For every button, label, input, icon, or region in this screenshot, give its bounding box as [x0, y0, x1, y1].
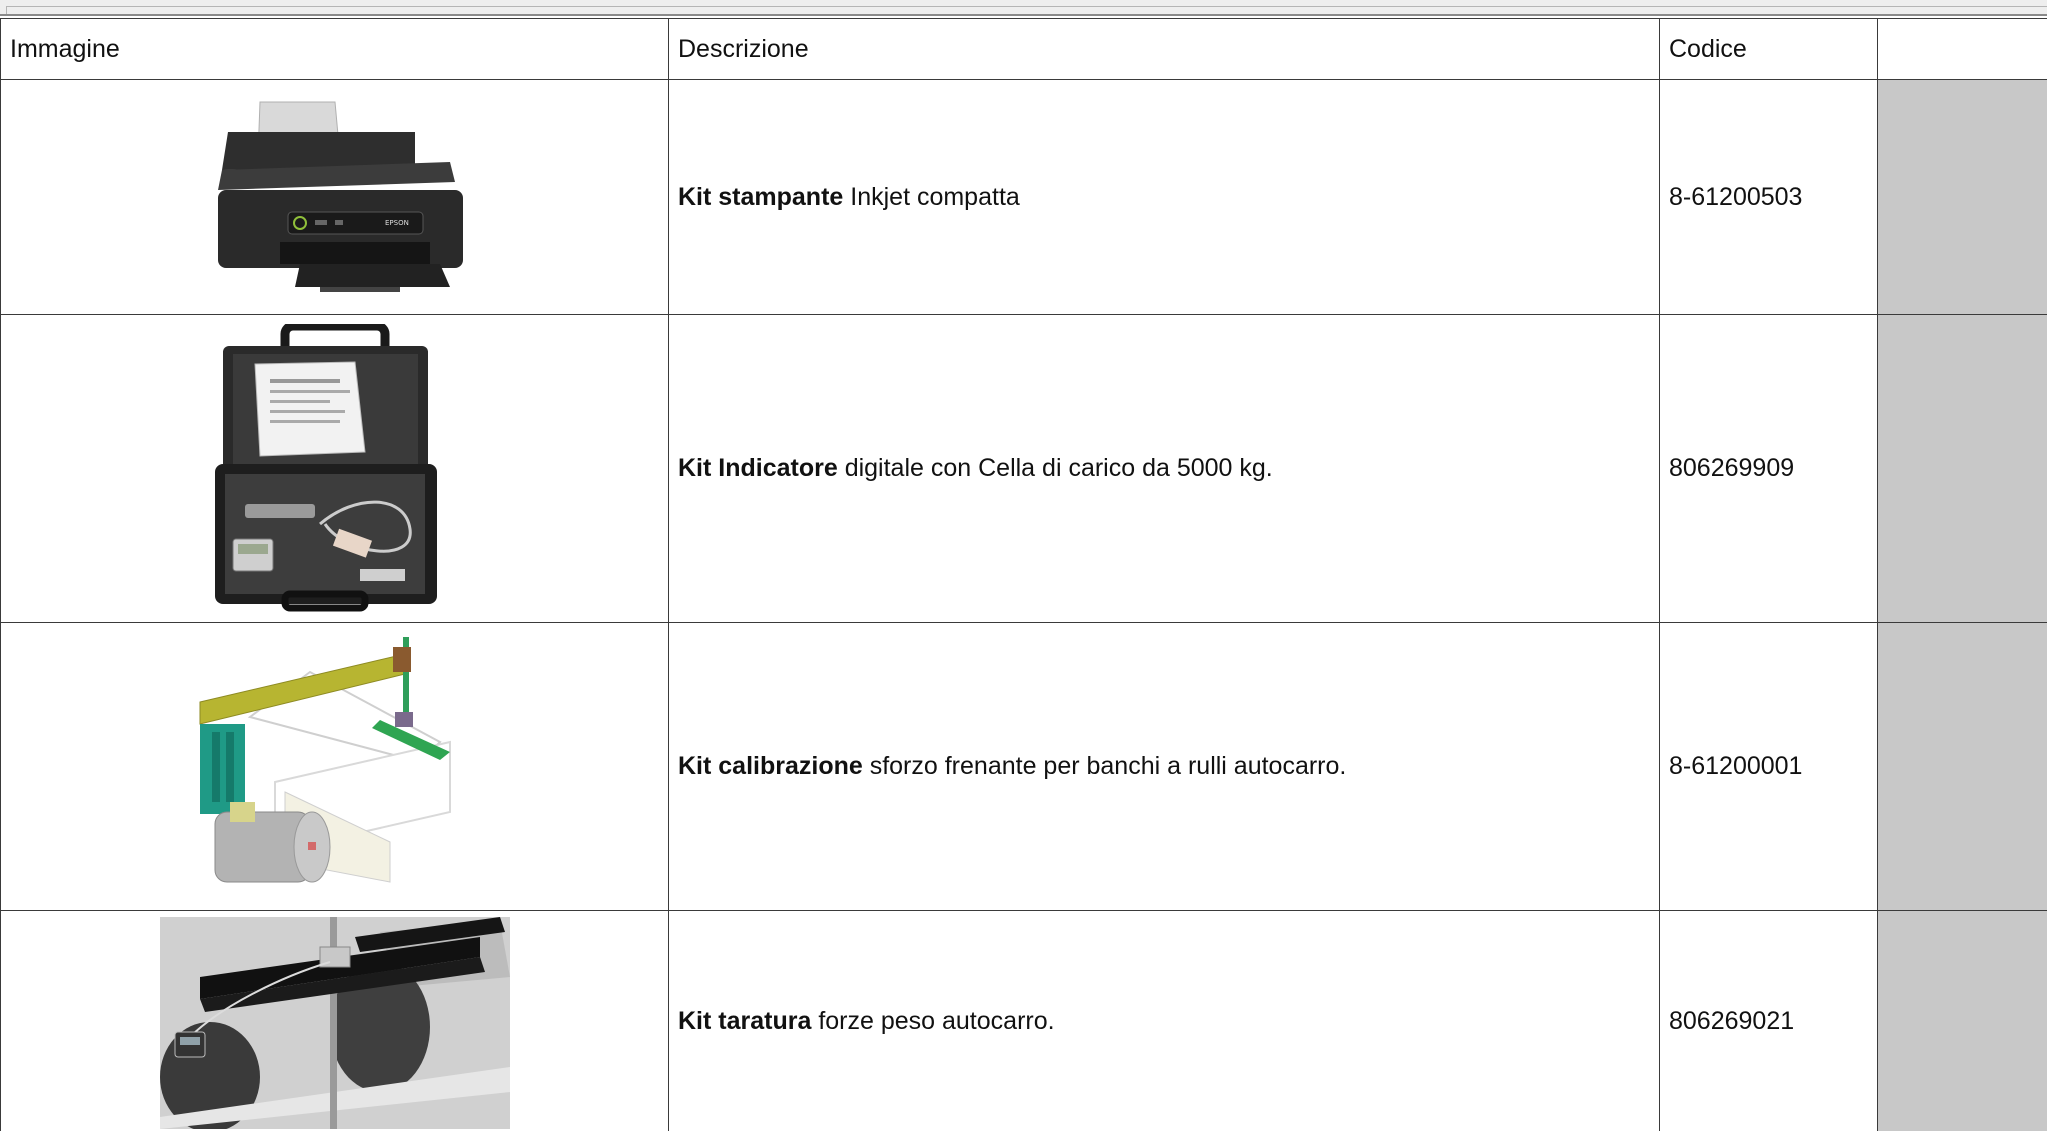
- product-description-text: Inkjet compatta: [843, 183, 1019, 211]
- product-code: 806269909: [1660, 315, 1878, 623]
- product-image-cell: [1, 911, 669, 1131]
- weight-calibration-rig-image: [160, 917, 510, 1129]
- column-header-image: Immagine: [1, 19, 669, 80]
- product-description-text: forze peso autocarro.: [811, 1007, 1054, 1035]
- product-description: Kit calibrazione sforzo frenante per ban…: [669, 623, 1660, 911]
- row-action-cell[interactable]: [1878, 911, 2047, 1131]
- column-header-action: [1878, 19, 2047, 80]
- product-title: Kit taratura: [678, 1007, 811, 1035]
- window-top-border: [0, 0, 2047, 16]
- product-description: Kit stampante Inkjet compatta: [669, 80, 1660, 315]
- table-row: EPSON Kit stampante Inkjet compatta 8-61…: [1, 80, 2047, 315]
- row-action-cell[interactable]: [1878, 623, 2047, 911]
- table-row: Kit taratura forze peso autocarro. 80626…: [1, 911, 2047, 1131]
- row-action-cell[interactable]: [1878, 80, 2047, 315]
- product-code: 8-61200503: [1660, 80, 1878, 315]
- svg-text:EPSON: EPSON: [385, 219, 409, 227]
- product-description-text: digitale con Cella di carico da 5000 kg.: [838, 454, 1273, 482]
- table-row: Kit calibrazione sforzo frenante per ban…: [1, 623, 2047, 911]
- inkjet-printer-image: EPSON: [200, 92, 470, 302]
- product-image-cell: EPSON: [1, 80, 669, 315]
- table-row: Kit Indicatore digitale con Cella di car…: [1, 315, 2047, 623]
- product-description: Kit Indicatore digitale con Cella di car…: [669, 315, 1660, 623]
- table-header-row: Immagine Descrizione Codice: [1, 19, 2047, 80]
- product-table: Immagine Descrizione Codice EPSON: [0, 18, 2047, 1131]
- load-cell-case-image: [205, 324, 465, 614]
- product-image-cell: [1, 315, 669, 623]
- product-title: Kit stampante: [678, 183, 843, 211]
- column-header-code: Codice: [1660, 19, 1878, 80]
- product-description-text: sforzo frenante per banchi a rulli autoc…: [863, 752, 1347, 780]
- product-title: Kit Indicatore: [678, 454, 838, 482]
- product-code: 806269021: [1660, 911, 1878, 1131]
- calibration-kit-image: [190, 632, 480, 902]
- column-header-description: Descrizione: [669, 19, 1660, 80]
- product-image-cell: [1, 623, 669, 911]
- product-description: Kit taratura forze peso autocarro.: [669, 911, 1660, 1131]
- row-action-cell[interactable]: [1878, 315, 2047, 623]
- product-code: 8-61200001: [1660, 623, 1878, 911]
- product-title: Kit calibrazione: [678, 752, 863, 780]
